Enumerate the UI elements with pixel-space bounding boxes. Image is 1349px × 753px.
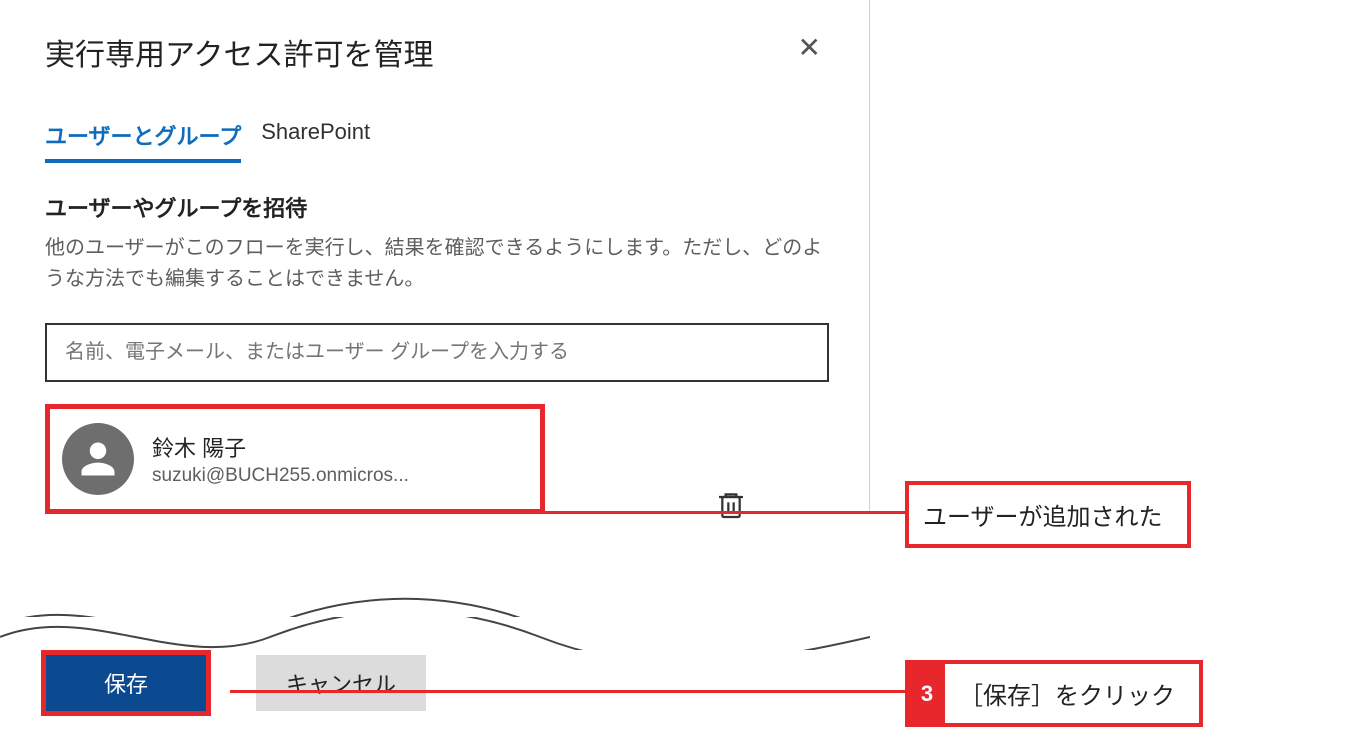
user-name: 鈴木 陽子	[152, 431, 409, 463]
manage-access-dialog: 実行専用アクセス許可を管理 ✕ ユーザーとグループ SharePoint ユーザ…	[5, 0, 870, 514]
callout-text: ユーザーが追加された	[909, 485, 1187, 544]
user-text: 鈴木 陽子 suzuki@BUCH255.onmicros...	[152, 431, 409, 487]
invite-description: 他のユーザーがこのフローを実行し、結果を確認できるようにします。ただし、どのよう…	[45, 233, 829, 295]
callout-connector	[230, 690, 906, 693]
tab-users-groups[interactable]: ユーザーとグループ	[45, 119, 241, 163]
dialog-header: 実行専用アクセス許可を管理 ✕	[5, 0, 869, 94]
invite-heading: ユーザーやグループを招待	[45, 191, 829, 223]
dialog-title: 実行専用アクセス許可を管理	[45, 30, 434, 74]
user-entry: 鈴木 陽子 suzuki@BUCH255.onmicros...	[62, 423, 528, 495]
delete-user-icon[interactable]	[715, 487, 747, 528]
callout-step-number: 3	[909, 664, 945, 723]
avatar-icon	[62, 423, 134, 495]
dialog-footer: 保存 キャンセル	[5, 650, 870, 736]
save-button[interactable]: 保存	[46, 655, 206, 711]
tab-bar: ユーザーとグループ SharePoint	[5, 119, 869, 163]
invite-input[interactable]	[45, 323, 829, 382]
tab-sharepoint[interactable]: SharePoint	[261, 119, 370, 163]
callout-user-added: ユーザーが追加された	[905, 481, 1191, 548]
callout-text: ［保存］をクリック	[945, 664, 1199, 723]
user-email: suzuki@BUCH255.onmicros...	[152, 465, 409, 487]
callout-click-save: 3 ［保存］をクリック	[905, 660, 1203, 727]
save-button-highlight: 保存	[41, 650, 211, 716]
cancel-button[interactable]: キャンセル	[256, 655, 426, 711]
page-break-top	[0, 585, 870, 645]
close-icon[interactable]: ✕	[790, 30, 829, 66]
invite-section: ユーザーやグループを招待 他のユーザーがこのフローを実行し、結果を確認できるよう…	[5, 163, 869, 514]
callout-connector	[540, 511, 906, 514]
user-entry-highlight: 鈴木 陽子 suzuki@BUCH255.onmicros...	[45, 404, 545, 514]
